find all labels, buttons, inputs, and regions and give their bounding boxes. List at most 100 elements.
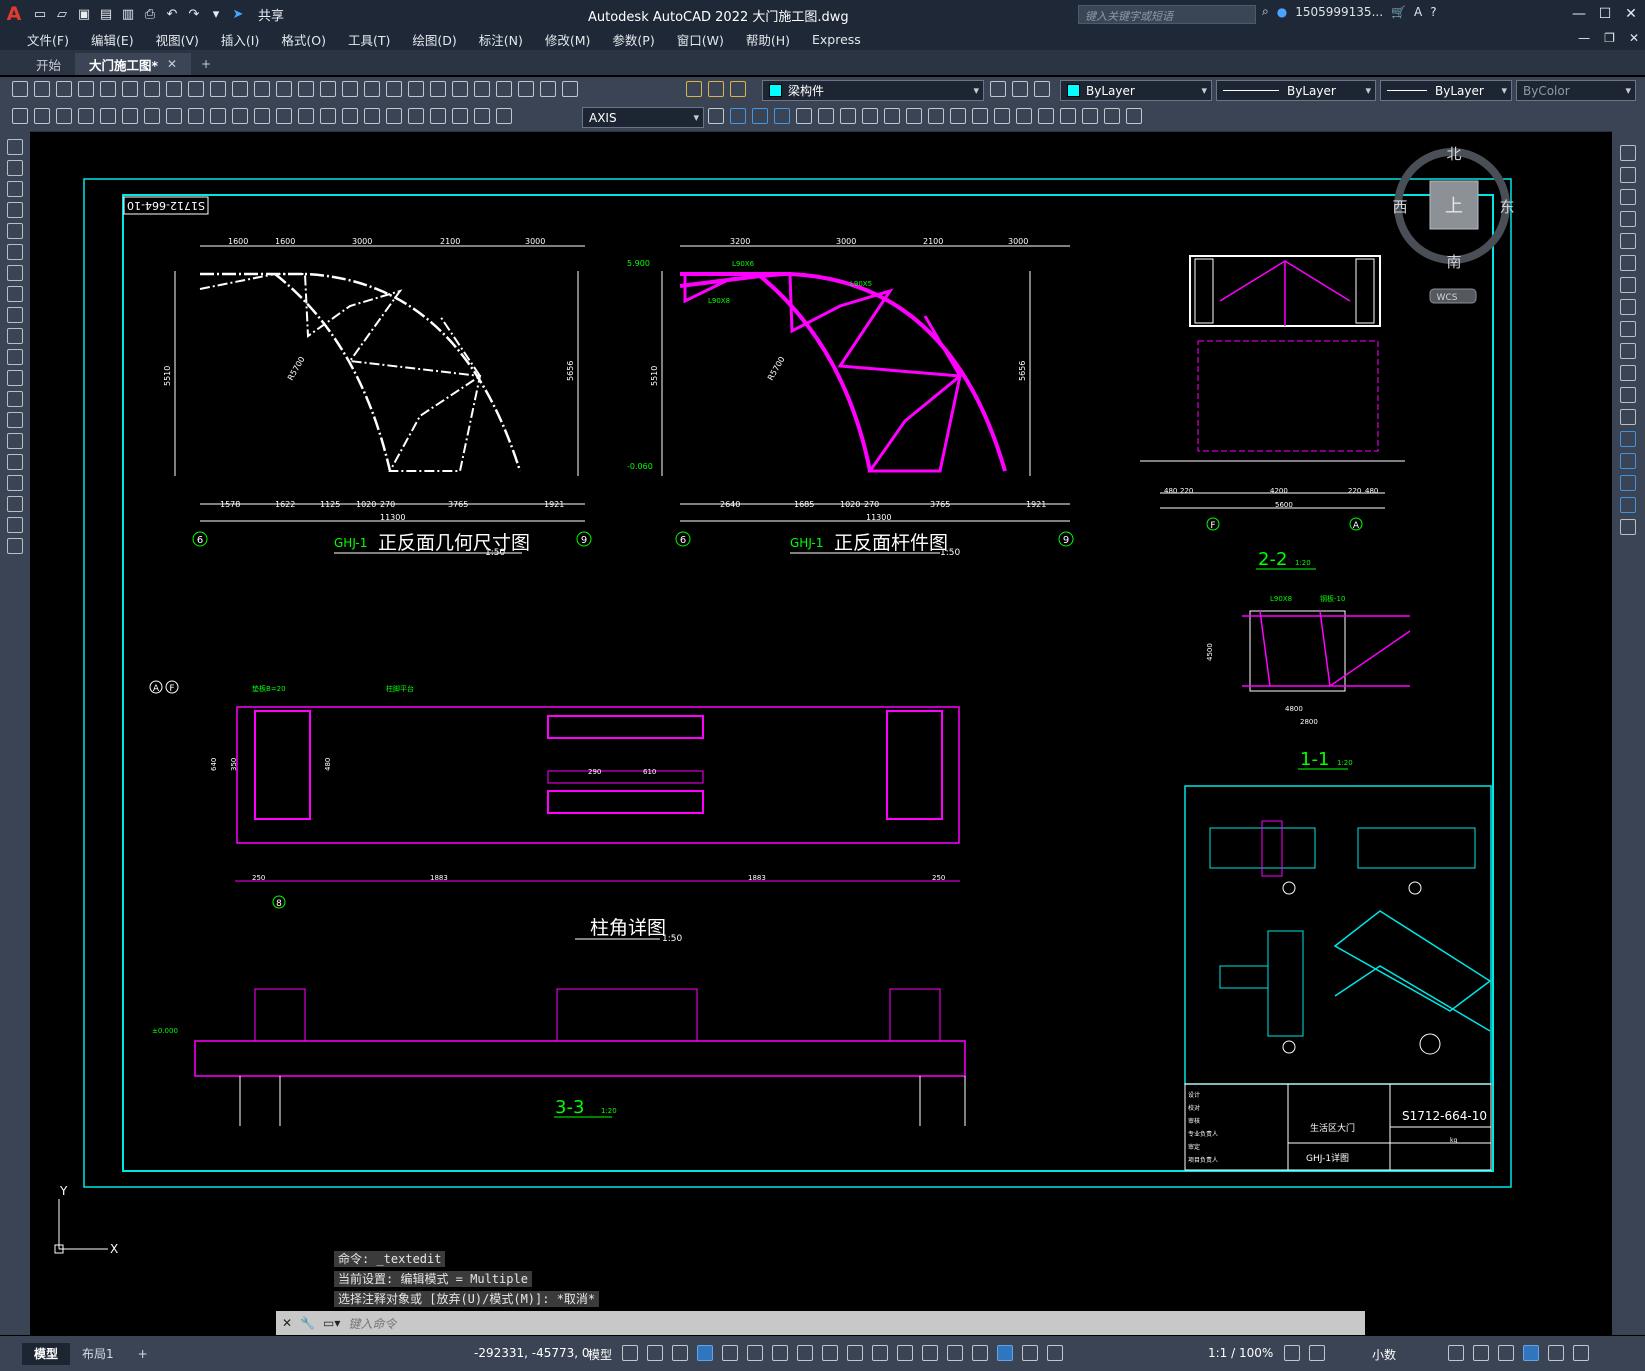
break-icon[interactable] xyxy=(1620,409,1636,425)
save-as-icon[interactable]: ▤ xyxy=(98,6,114,22)
selection-cycling-icon[interactable] xyxy=(872,1345,888,1361)
cursor-coordinates[interactable]: -292331, -45773, 0 xyxy=(474,1346,590,1360)
annotation-scale[interactable]: 1:1 / 100% xyxy=(1208,1346,1273,1360)
command-close-icon[interactable]: ✕ xyxy=(282,1316,292,1330)
point-icon[interactable] xyxy=(7,412,23,428)
layer-tool-icon[interactable] xyxy=(34,108,50,124)
sweep-icon[interactable] xyxy=(950,108,966,124)
trim-icon[interactable] xyxy=(1620,343,1636,359)
sun-icon[interactable] xyxy=(708,81,724,97)
zoom-realtime-icon[interactable] xyxy=(342,81,358,97)
center-mark-icon[interactable] xyxy=(386,108,402,124)
3d-osnap-icon[interactable] xyxy=(897,1345,913,1361)
menu-express[interactable]: Express xyxy=(801,32,872,47)
layer-properties-icon[interactable] xyxy=(562,81,578,97)
match-properties-icon[interactable] xyxy=(232,81,248,97)
minimize-button[interactable]: — xyxy=(1566,2,1592,26)
gradient-icon[interactable] xyxy=(7,454,23,470)
ordinate-dim-icon[interactable] xyxy=(144,108,160,124)
doc-restore-button[interactable]: ❐ xyxy=(1604,31,1615,45)
grid-icon[interactable] xyxy=(622,1345,638,1361)
plot-icon[interactable] xyxy=(122,81,138,97)
extrude-icon[interactable] xyxy=(906,108,922,124)
pyramid-icon[interactable] xyxy=(862,108,878,124)
autocad-logo-icon[interactable]: A xyxy=(0,0,28,28)
ortho-icon[interactable] xyxy=(697,1345,713,1361)
tolerance-icon[interactable] xyxy=(364,108,380,124)
aligned-dim-icon[interactable] xyxy=(100,108,116,124)
clean-screen-icon[interactable] xyxy=(1548,1345,1564,1361)
make-block-icon[interactable] xyxy=(7,391,23,407)
dim-style-icon[interactable] xyxy=(708,108,724,124)
baseline-dim-icon[interactable] xyxy=(276,108,292,124)
menu-draw[interactable]: 绘图(D) xyxy=(401,30,467,49)
model-space-canvas[interactable]: S1712-664-10 1600 1600 3000 2100 3000 55… xyxy=(30,131,1612,1311)
circle-icon[interactable] xyxy=(7,265,23,281)
close-button[interactable]: ✕ xyxy=(1618,2,1644,26)
spline-icon[interactable] xyxy=(7,307,23,323)
3d-move-icon[interactable] xyxy=(1104,108,1120,124)
undo-icon[interactable]: ↶ xyxy=(164,6,180,22)
customization-icon[interactable] xyxy=(1573,1345,1589,1361)
command-input[interactable]: 键入命令 xyxy=(348,1315,396,1332)
make-current-icon[interactable] xyxy=(990,81,1006,97)
stretch-icon[interactable] xyxy=(1620,321,1636,337)
menu-window[interactable]: 窗口(W) xyxy=(666,30,735,49)
share-icon[interactable]: ➤ xyxy=(230,6,246,22)
redo-icon[interactable]: ↷ xyxy=(186,6,202,22)
print-icon[interactable]: ⎙ xyxy=(142,6,158,22)
plotstyle-dropdown[interactable]: ByColor xyxy=(1516,80,1636,101)
isolate-objects-icon[interactable] xyxy=(1498,1345,1514,1361)
new-icon[interactable]: ▭ xyxy=(32,6,48,22)
line-icon[interactable] xyxy=(7,139,23,155)
customize-dropdown-icon[interactable]: ▾ xyxy=(208,6,224,22)
brush-icon[interactable] xyxy=(254,81,270,97)
add-selected-icon[interactable] xyxy=(7,538,23,554)
inspection-icon[interactable] xyxy=(408,108,424,124)
linear-dim-icon[interactable] xyxy=(78,108,94,124)
ellipse-arc-icon[interactable] xyxy=(7,349,23,365)
print-icon[interactable] xyxy=(78,81,94,97)
tab-start[interactable]: 开始 xyxy=(22,53,75,75)
workspace-icon[interactable] xyxy=(12,108,28,124)
rotate-icon[interactable] xyxy=(1620,277,1636,293)
join-icon[interactable] xyxy=(1620,431,1636,447)
tool-palettes-icon[interactable] xyxy=(452,81,468,97)
revision-cloud-icon[interactable] xyxy=(7,286,23,302)
markup-icon[interactable] xyxy=(496,81,512,97)
arc-length-dim-icon[interactable] xyxy=(122,108,138,124)
dim-break-icon[interactable] xyxy=(342,108,358,124)
undo-icon[interactable] xyxy=(276,81,292,97)
menu-tools[interactable]: 工具(T) xyxy=(337,30,401,49)
help-icon[interactable] xyxy=(540,81,556,97)
annotation-monitor-icon[interactable] xyxy=(1309,1345,1325,1361)
properties-icon[interactable] xyxy=(408,81,424,97)
sheet-set-icon[interactable] xyxy=(474,81,490,97)
quick-dim-icon[interactable] xyxy=(254,108,270,124)
mtext-icon[interactable] xyxy=(7,517,23,533)
dim-space-icon[interactable] xyxy=(320,108,336,124)
viewcube[interactable]: 上 北 南 东 西 WCS xyxy=(1392,145,1515,304)
jogged-linear-icon[interactable] xyxy=(430,108,446,124)
torus-icon[interactable] xyxy=(840,108,856,124)
continue-dim-icon[interactable] xyxy=(298,108,314,124)
publish-icon[interactable] xyxy=(144,81,160,97)
viewcube-west[interactable]: 西 xyxy=(1392,198,1407,216)
design-center-icon[interactable] xyxy=(430,81,446,97)
help-icon[interactable]: ? xyxy=(1430,5,1436,19)
menu-help[interactable]: 帮助(H) xyxy=(735,30,801,49)
diameter-dim-icon[interactable] xyxy=(210,108,226,124)
cart-icon[interactable]: 🛒 xyxy=(1391,5,1406,19)
dimstyle-dropdown[interactable]: AXIS xyxy=(582,107,704,128)
copy-object-icon[interactable] xyxy=(1620,167,1636,183)
cone-icon[interactable] xyxy=(774,108,790,124)
table-icon[interactable] xyxy=(7,496,23,512)
command-line[interactable]: ✕ 🔧 ▭▾ 键入命令 xyxy=(276,1311,1365,1335)
menu-dimension[interactable]: 标注(N) xyxy=(468,30,534,49)
new-icon[interactable] xyxy=(12,81,28,97)
lock-icon[interactable] xyxy=(730,81,746,97)
model-space-toggle[interactable]: 模型 xyxy=(588,1346,612,1363)
open-icon[interactable] xyxy=(34,81,50,97)
lock-ui-icon[interactable] xyxy=(1473,1345,1489,1361)
menu-file[interactable]: 文件(F) xyxy=(16,30,80,49)
